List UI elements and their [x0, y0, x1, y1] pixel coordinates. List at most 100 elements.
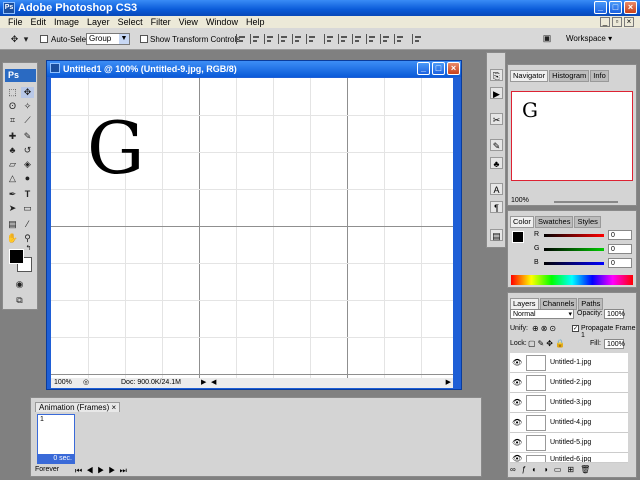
clone-stamp-tool-icon[interactable]: ♣ — [6, 145, 19, 156]
menu-view[interactable]: View — [175, 16, 202, 28]
tool-presets-icon[interactable]: ✂ — [490, 113, 503, 125]
channel-b-value[interactable]: 0 — [608, 258, 632, 268]
menu-image[interactable]: Image — [50, 16, 83, 28]
actions-icon[interactable]: ▶ — [490, 87, 503, 99]
distribute-right-icon[interactable] — [394, 34, 404, 44]
chevron-down-icon[interactable]: ▾ — [22, 34, 30, 45]
color-fg-swatch[interactable] — [512, 231, 524, 243]
crop-tool-icon[interactable]: ⌗ — [6, 115, 19, 126]
tab-histogram[interactable]: Histogram — [549, 70, 590, 82]
menu-filter[interactable]: Filter — [147, 16, 175, 28]
eye-icon[interactable]: 👁 — [512, 398, 522, 407]
align-top-icon[interactable] — [236, 34, 246, 44]
screen-mode-icon[interactable]: ⧉ — [13, 295, 26, 306]
move-tool-icon[interactable]: ✥ — [21, 87, 34, 98]
bridge-icon[interactable]: ▣ — [540, 33, 554, 44]
channel-b-slider[interactable] — [544, 262, 604, 265]
eraser-tool-icon[interactable]: ▱ — [6, 159, 19, 170]
navigator-zoom[interactable]: 100% — [511, 197, 529, 204]
mdi-restore-button[interactable]: ▫ — [612, 17, 622, 27]
menu-edit[interactable]: Edit — [27, 16, 51, 28]
brush-tool-icon[interactable]: ✎ — [21, 131, 34, 142]
menu-window[interactable]: Window — [202, 16, 242, 28]
tab-info[interactable]: Info — [590, 70, 609, 82]
distribute-vcenter-icon[interactable] — [338, 34, 348, 44]
tab-swatches[interactable]: Swatches — [534, 216, 574, 228]
align-hcenter-icon[interactable] — [292, 34, 302, 44]
lock-buttons-icon[interactable]: ▢✎✥🔒 — [528, 339, 567, 348]
layer-actions-icon[interactable]: ∞ƒ◐◑▭⊞🗑 — [510, 465, 596, 474]
hand-tool-icon[interactable]: ✋ — [6, 233, 19, 244]
eye-icon[interactable]: 👁 — [512, 378, 522, 387]
tab-color[interactable]: Color — [510, 216, 534, 228]
marquee-tool-icon[interactable]: ⬚ — [6, 87, 19, 98]
frame-delay[interactable]: 0 sec. — [38, 454, 74, 463]
menu-file[interactable]: File — [4, 16, 27, 28]
layer-row[interactable]: 👁 Untitled-3.jpg — [510, 393, 628, 413]
document-maximize-button[interactable]: □ — [432, 62, 445, 75]
slice-tool-icon[interactable]: ⟋ — [21, 115, 34, 126]
history-brush-tool-icon[interactable]: ↺ — [21, 145, 34, 156]
mdi-minimize-button[interactable]: _ — [600, 17, 610, 27]
blur-tool-icon[interactable]: △ — [6, 173, 19, 184]
eye-icon[interactable]: 👁 — [512, 454, 522, 462]
paint-bucket-tool-icon[interactable]: ◈ — [21, 159, 34, 170]
maximize-button[interactable]: □ — [609, 1, 622, 14]
tab-paths[interactable]: Paths — [578, 298, 604, 310]
status-menu-arrow-icon[interactable]: ▶ — [201, 378, 206, 388]
layer-row[interactable]: 👁 Untitled-4.jpg — [510, 413, 628, 433]
scroll-right-icon[interactable]: ▶ — [446, 378, 451, 388]
distribute-hcenter-icon[interactable] — [380, 34, 390, 44]
status-icon[interactable]: ◎ — [83, 378, 89, 388]
mdi-close-button[interactable]: × — [624, 17, 634, 27]
history-icon[interactable]: ⎘ — [490, 69, 503, 81]
layer-row[interactable]: 👁 Untitled-6.jpg — [510, 453, 628, 463]
navigator-zoom-slider[interactable] — [554, 201, 618, 203]
lasso-tool-icon[interactable]: ʘ — [6, 101, 19, 112]
document-close-button[interactable]: × — [447, 62, 460, 75]
document-canvas[interactable]: G — [51, 78, 453, 378]
tab-styles[interactable]: Styles — [574, 216, 601, 228]
align-bottom-icon[interactable] — [264, 34, 274, 44]
show-transform-checkbox[interactable] — [140, 35, 148, 43]
quick-mask-icon[interactable]: ◉ — [13, 279, 26, 290]
layer-comps-icon[interactable]: ▤ — [490, 229, 503, 241]
playback-controls-icon[interactable]: ⏮◀▶▶⏭ — [75, 466, 131, 476]
align-left-icon[interactable] — [278, 34, 288, 44]
eye-icon[interactable]: 👁 — [512, 438, 522, 447]
paragraph-icon[interactable]: ¶ — [490, 201, 503, 213]
distribute-left-icon[interactable] — [366, 34, 376, 44]
clone-source-icon[interactable]: ♣ — [490, 157, 503, 169]
color-spectrum[interactable] — [511, 275, 633, 285]
type-tool-icon[interactable]: T — [21, 189, 34, 200]
healing-brush-tool-icon[interactable]: ✚ — [6, 131, 19, 142]
channel-g-value[interactable]: 0 — [608, 244, 632, 254]
layer-row[interactable]: 👁 Untitled-2.jpg — [510, 373, 628, 393]
minimize-button[interactable]: _ — [594, 1, 607, 14]
brushes-icon[interactable]: ✎ — [490, 139, 503, 151]
animation-tab[interactable]: Animation (Frames) × — [35, 402, 121, 412]
document-title-bar[interactable]: Untitled1 @ 100% (Untitled-9.jpg, RGB/8)… — [47, 61, 461, 77]
opacity-input[interactable]: 100% — [604, 309, 625, 319]
rectangle-tool-icon[interactable]: ▭ — [21, 203, 34, 214]
channel-r-value[interactable]: 0 — [608, 230, 632, 240]
eye-icon[interactable]: 👁 — [512, 358, 522, 367]
swap-colors-icon[interactable]: ↰ — [24, 245, 33, 253]
layer-row[interactable]: 👁 Untitled-1.jpg — [510, 353, 628, 373]
unify-buttons-icon[interactable]: ⊕⊗⊙ — [532, 324, 558, 333]
navigator-preview[interactable]: G — [511, 91, 633, 181]
fill-input[interactable]: 100% — [604, 339, 625, 349]
foreground-color-swatch[interactable] — [9, 249, 24, 264]
layer-row[interactable]: 👁 Untitled-5.jpg — [510, 433, 628, 453]
distribute-bottom-icon[interactable] — [352, 34, 362, 44]
auto-align-icon[interactable] — [412, 34, 422, 44]
path-selection-tool-icon[interactable]: ➤ — [6, 203, 19, 214]
menu-layer[interactable]: Layer — [83, 16, 114, 28]
scroll-left-icon[interactable]: ◀ — [211, 378, 216, 388]
magic-wand-tool-icon[interactable]: ✧ — [21, 101, 34, 112]
menu-select[interactable]: Select — [114, 16, 147, 28]
menu-help[interactable]: Help — [242, 16, 269, 28]
tab-navigator[interactable]: Navigator — [510, 70, 549, 82]
document-minimize-button[interactable]: _ — [417, 62, 430, 75]
move-tool-icon[interactable]: ✥ — [8, 34, 21, 45]
